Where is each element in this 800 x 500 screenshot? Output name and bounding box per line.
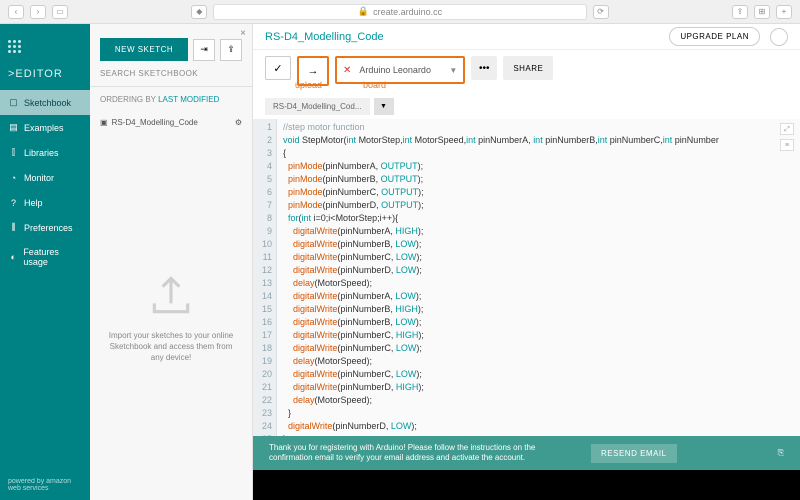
verify-button[interactable]: ✓ — [265, 56, 291, 80]
sketch-icon: ▢ — [8, 97, 19, 108]
book-icon: ▤ — [8, 122, 19, 133]
import-icon[interactable]: ⇥ — [193, 39, 215, 61]
toolbar: ✓ → ✕ Arduino Leonardo ▼ ••• SHARE uploa… — [253, 50, 800, 94]
sketchbook-panel: × NEW SKETCH ⇥ ⇪ SEARCH SKETCHBOOK ORDER… — [90, 24, 253, 500]
sidebar-item-help[interactable]: ?Help — [0, 190, 90, 215]
sidebar-item-monitor[interactable]: ◔Monitor — [0, 165, 90, 190]
prefs-icon: ⫼ — [8, 222, 19, 233]
sidebar-item-examples[interactable]: ▤Examples — [0, 115, 90, 140]
aws-badge: powered by amazon web services — [0, 470, 90, 500]
gauge-icon: ◐ — [8, 252, 18, 263]
close-icon[interactable]: × — [240, 28, 246, 39]
tabs-button[interactable]: ⊞ — [754, 5, 770, 19]
new-sketch-button[interactable]: NEW SKETCH — [100, 38, 188, 61]
shield-icon[interactable]: ◆ — [191, 5, 207, 19]
annotation-board: board — [363, 80, 386, 90]
import-illustration-icon — [146, 270, 196, 320]
board-selector[interactable]: ✕ Arduino Leonardo ▼ — [335, 56, 465, 84]
editor-tab[interactable]: RS-D4_Modelling_Cod... — [265, 98, 370, 115]
monitor-icon: ◔ — [8, 172, 19, 183]
copy-icon[interactable]: ⎘ — [778, 448, 784, 458]
browser-chrome: ‹ › ▭ ◆ 🔒 create.arduino.cc ⟳ ⇪ ⊞ + — [0, 0, 800, 24]
banner-text: Thank you for registering with Arduino! … — [269, 443, 579, 464]
board-name: Arduino Leonardo — [355, 65, 445, 75]
sidebar-button[interactable]: ▭ — [52, 5, 68, 19]
lib-icon: ⫿ — [8, 147, 19, 158]
code-editor[interactable]: 1234567891011121314151617181920212223242… — [253, 119, 800, 436]
refresh-button[interactable]: ⟳ — [593, 5, 609, 19]
sidebar-item-libraries[interactable]: ⫿Libraries — [0, 140, 90, 165]
help-icon: ? — [8, 197, 19, 208]
folder-icon: ▣ — [100, 118, 108, 127]
resend-email-button[interactable]: RESEND EMAIL — [591, 444, 677, 463]
ordering-label[interactable]: ORDERING BY LAST MODIFIED — [90, 87, 252, 112]
sidebar-item-features-usage[interactable]: ◐Features usage — [0, 240, 90, 274]
console[interactable] — [253, 470, 800, 500]
url-text: create.arduino.cc — [373, 7, 442, 17]
lock-icon: 🔒 — [358, 6, 369, 17]
expand-icon[interactable]: ⤢ — [780, 123, 794, 135]
sketch-file-item[interactable]: ▣ RS-D4_Modelling_Code ⚙ — [90, 112, 252, 133]
sidebar-item-sketchbook[interactable]: ▢Sketchbook — [0, 90, 90, 115]
search-input[interactable]: SEARCH SKETCHBOOK — [90, 69, 252, 87]
forward-button[interactable]: › — [30, 5, 46, 19]
sidebar: >EDITOR ▢Sketchbook▤Examples⫿Libraries◔M… — [0, 24, 90, 500]
editor-label: >EDITOR — [0, 62, 90, 90]
main-area: RS-D4_Modelling_Code UPGRADE PLAN ✓ → ✕ … — [253, 24, 800, 500]
import-help-text: Import your sketches to your online Sket… — [108, 330, 234, 364]
board-error-icon: ✕ — [339, 65, 355, 76]
gear-icon[interactable]: ⚙ — [235, 118, 242, 127]
url-bar[interactable]: 🔒 create.arduino.cc — [213, 4, 586, 20]
app-logo — [0, 32, 90, 62]
fold-icon[interactable]: ≡ — [780, 139, 794, 151]
verify-email-banner: Thank you for registering with Arduino! … — [253, 436, 800, 470]
back-button[interactable]: ‹ — [8, 5, 24, 19]
share-button[interactable]: SHARE — [503, 56, 553, 80]
sidebar-item-preferences[interactable]: ⫼Preferences — [0, 215, 90, 240]
chevron-down-icon: ▼ — [445, 66, 461, 75]
tab-dropdown[interactable]: ▼ — [374, 98, 394, 115]
upload-icon[interactable]: ⇪ — [220, 39, 242, 61]
new-tab-button[interactable]: + — [776, 5, 792, 19]
file-name: RS-D4_Modelling_Code — [112, 118, 198, 127]
avatar[interactable] — [770, 28, 788, 46]
share-button[interactable]: ⇪ — [732, 5, 748, 19]
more-button[interactable]: ••• — [471, 56, 497, 80]
project-title: RS-D4_Modelling_Code — [265, 31, 659, 43]
annotation-upload: upload — [295, 80, 322, 90]
upgrade-button[interactable]: UPGRADE PLAN — [669, 27, 760, 46]
